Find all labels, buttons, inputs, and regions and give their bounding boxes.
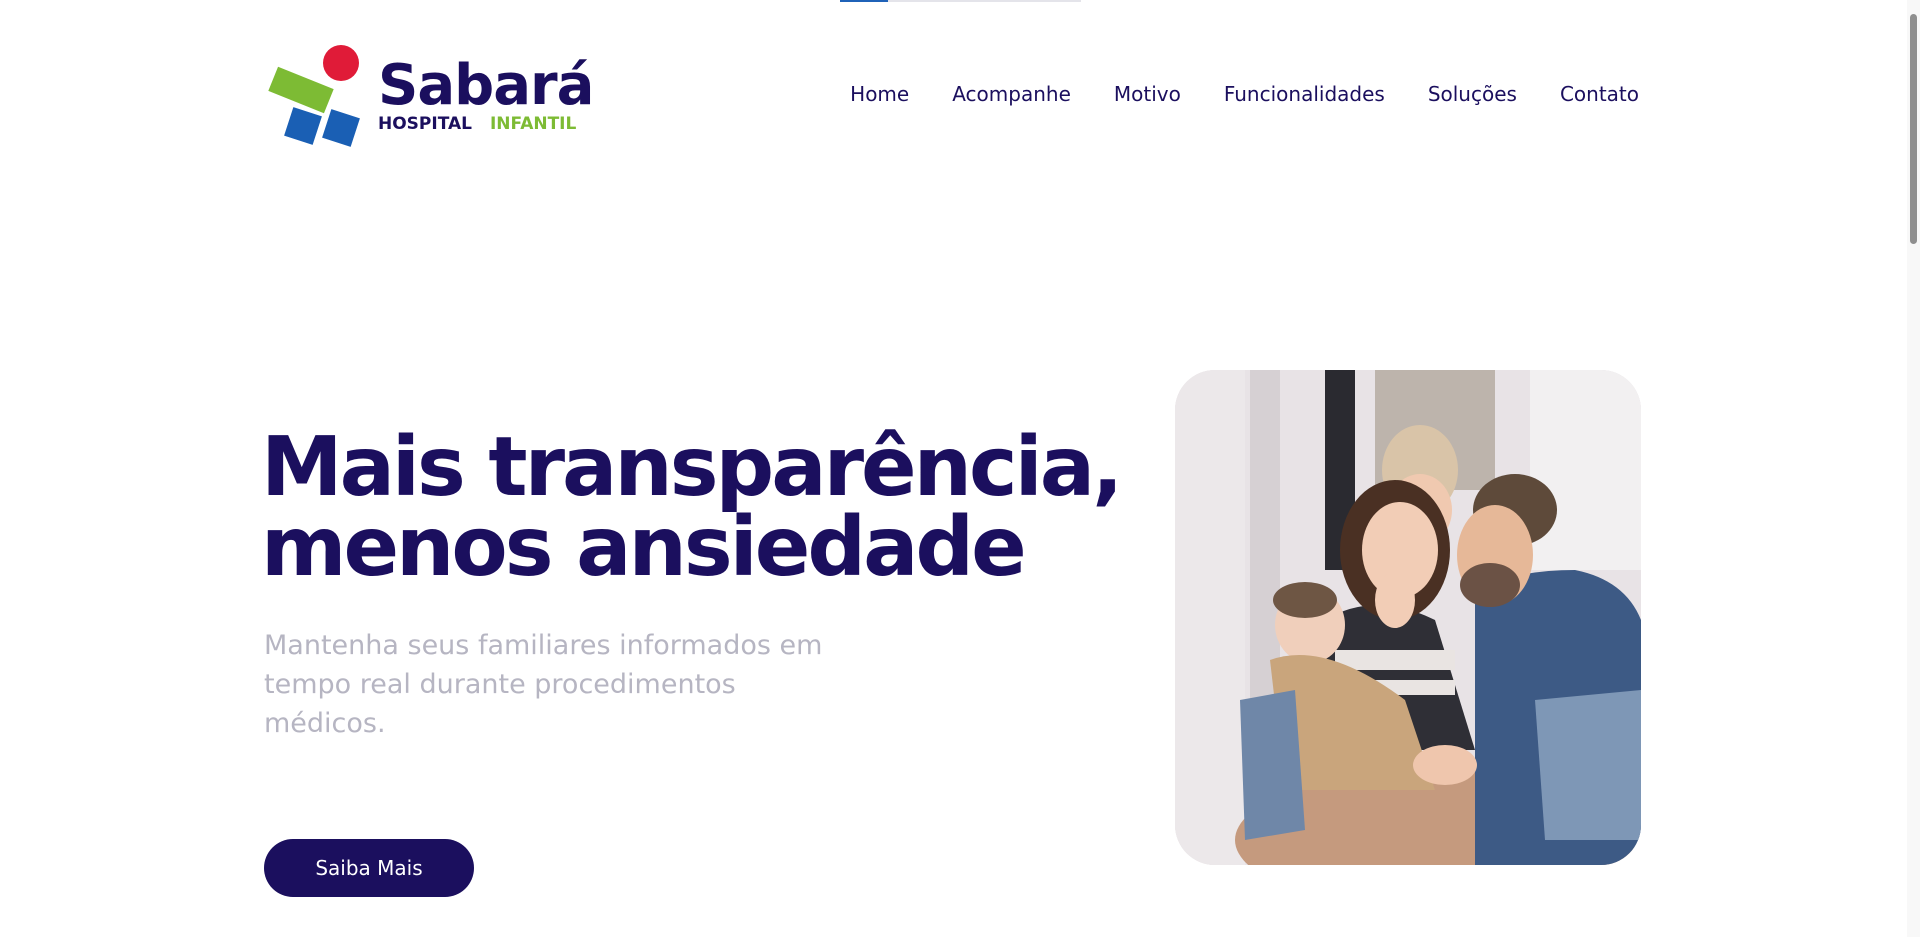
nav-item-funcionalidades[interactable]: Funcionalidades <box>1224 82 1385 106</box>
family-photo <box>1175 370 1641 865</box>
logo-subtitle-infantil: INFANTIL <box>489 114 577 134</box>
brand-logo[interactable]: Sabará HOSPITAL INFANTIL <box>268 42 594 154</box>
nav-item-solucoes[interactable]: Soluções <box>1428 82 1517 106</box>
scrollbar[interactable] <box>1907 0 1920 937</box>
family-photo-illustration <box>1175 370 1641 865</box>
main-nav: Home Acompanhe Motivo Funcionalidades So… <box>850 82 1639 106</box>
hero-title: Mais transparência, menos ansiedade <box>261 420 1123 595</box>
logo-subtitle-hospital: HOSPITAL <box>378 114 472 134</box>
logo-subtitle: HOSPITAL INFANTIL <box>378 114 593 134</box>
logo-name: Sabará <box>378 53 594 118</box>
logo-wordmark: Sabará HOSPITAL INFANTIL <box>378 53 594 135</box>
nav-item-acompanhe[interactable]: Acompanhe <box>952 82 1071 106</box>
reading-progress-fill <box>840 0 889 2</box>
hero-subtitle: Mantenha seus familiares informados em t… <box>264 630 823 739</box>
saiba-mais-button[interactable]: Saiba Mais <box>264 839 474 897</box>
logo-blocks-icon <box>268 45 360 147</box>
hero-title-line-1: Mais transparência, <box>261 420 1123 515</box>
scrollbar-thumb[interactable] <box>1910 14 1917 244</box>
nav-item-home[interactable]: Home <box>850 82 909 106</box>
hero-title-line-2: menos ansiedade <box>261 500 1027 595</box>
nav-item-motivo[interactable]: Motivo <box>1114 82 1181 106</box>
nav-item-contato[interactable]: Contato <box>1560 82 1639 106</box>
reading-progress-bar <box>840 0 1081 2</box>
